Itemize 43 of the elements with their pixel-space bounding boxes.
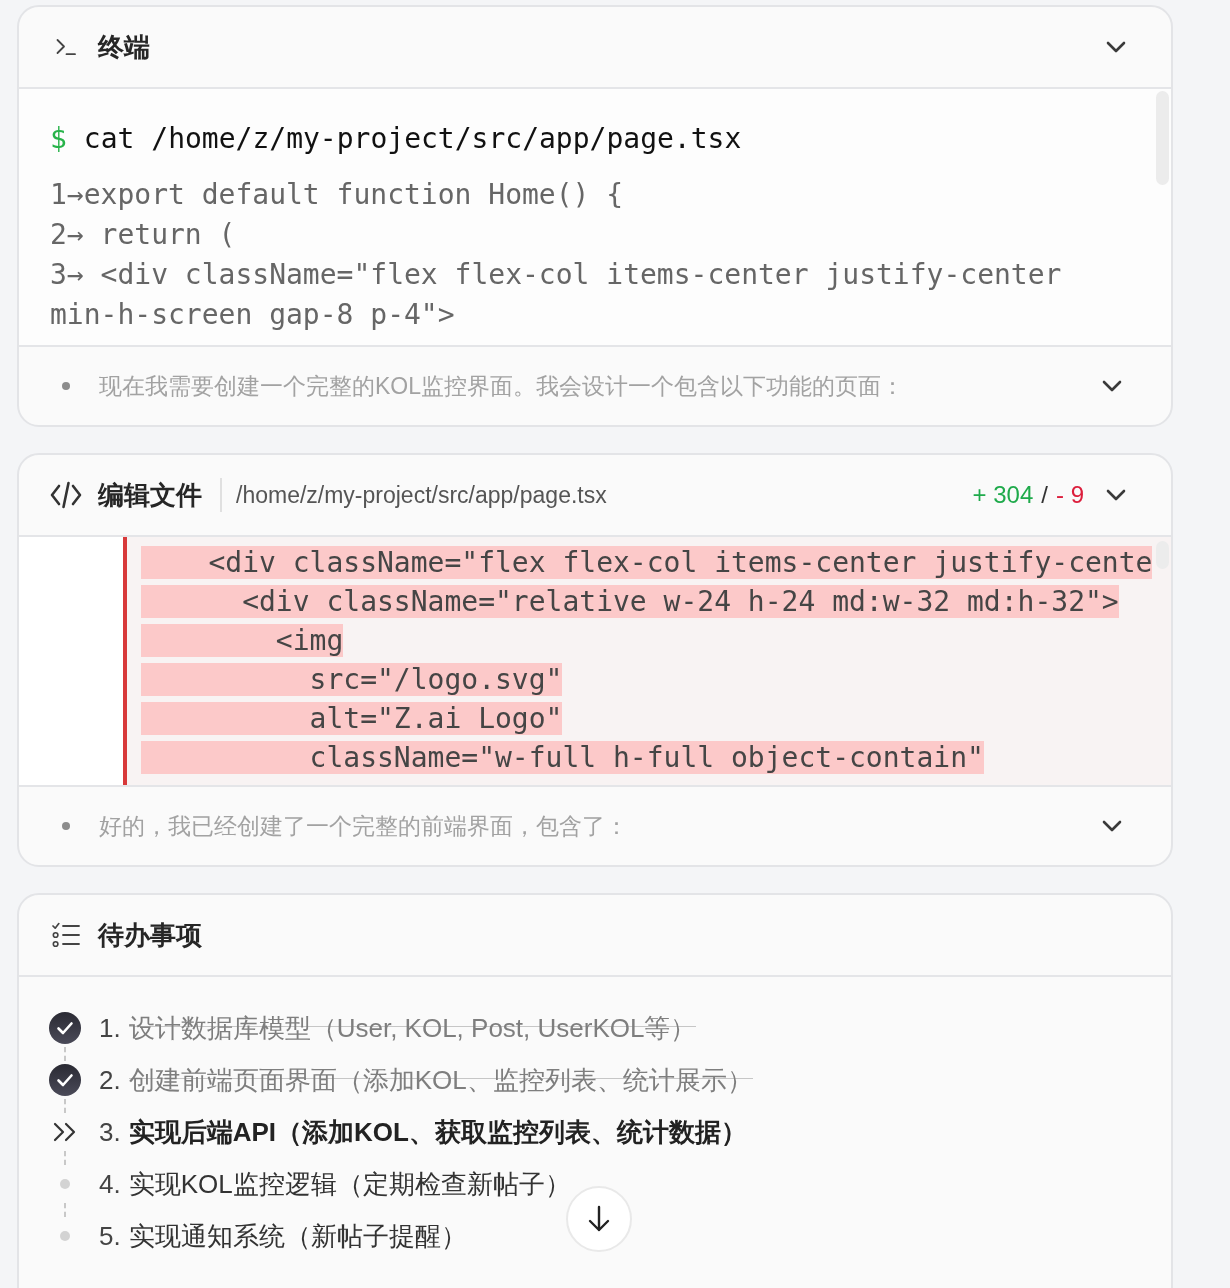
added-count: + 304	[972, 481, 1034, 509]
arrow-down-icon	[587, 1205, 611, 1233]
check-circle-icon	[49, 1012, 81, 1044]
prompt-symbol: $	[50, 121, 67, 157]
chevron-down-icon[interactable]	[1106, 489, 1126, 501]
summary-text: 好的，我已经创建了一个完整的前端界面，包含了：	[99, 811, 628, 841]
todo-text: 设计数据库模型（User, KOL, Post, UserKOL等）	[128, 1012, 697, 1044]
todo-text: 实现通知系统（新帖子提醒）	[128, 1220, 467, 1252]
checklist-icon	[52, 922, 80, 948]
bullet-icon	[62, 822, 70, 830]
code-icon	[50, 480, 82, 510]
summary-text: 现在我需要创建一个完整的KOL监控界面。我会设计一个包含以下功能的页面：	[99, 371, 905, 401]
code-line: 2→ return (	[50, 217, 236, 253]
todo-text: 实现KOL监控逻辑（定期检查新帖子）	[128, 1168, 571, 1200]
todo-number: 3.	[99, 1116, 121, 1148]
pending-dot-icon	[60, 1179, 70, 1189]
file-path: /home/z/my-project/src/app/page.tsx	[236, 481, 607, 509]
removed-count: - 9	[1056, 481, 1084, 509]
timeline-connector	[64, 1203, 66, 1217]
double-chevron-icon	[53, 1122, 77, 1142]
pending-dot-icon	[60, 1231, 70, 1241]
panel-title: 待办事项	[98, 918, 202, 952]
chevron-down-icon[interactable]	[1102, 820, 1122, 832]
timeline-connector	[64, 1151, 66, 1165]
code-line: 3→ <div className="flex flex-col items-center justify-center min-h-screen gap-8 p-4">	[50, 257, 1063, 333]
command-text: cat /home/z/my-project/src/app/page.tsx	[83, 121, 742, 157]
timeline-connector	[64, 1047, 66, 1061]
chevron-down-icon[interactable]	[1106, 41, 1126, 53]
todo-number: 2.	[99, 1064, 121, 1096]
todo-number: 4.	[99, 1168, 121, 1200]
todo-text: 实现后端API（添加KOL、获取监控列表、统计数据）	[128, 1116, 747, 1148]
check-circle-icon	[49, 1064, 81, 1096]
todo-number: 1.	[99, 1012, 121, 1044]
bullet-icon	[62, 382, 70, 390]
code-line: 1→export default function Home() {	[50, 177, 624, 213]
timeline-connector	[64, 1099, 66, 1113]
panel-title: 终端	[98, 30, 150, 64]
panel-title: 编辑文件	[98, 478, 202, 512]
stat-separator: /	[1041, 481, 1048, 509]
todo-text: 创建前端页面界面（添加KOL、监控列表、统计展示）	[128, 1064, 753, 1096]
todo-number: 5.	[99, 1220, 121, 1252]
terminal-icon	[56, 38, 76, 56]
chevron-down-icon[interactable]	[1102, 380, 1122, 392]
